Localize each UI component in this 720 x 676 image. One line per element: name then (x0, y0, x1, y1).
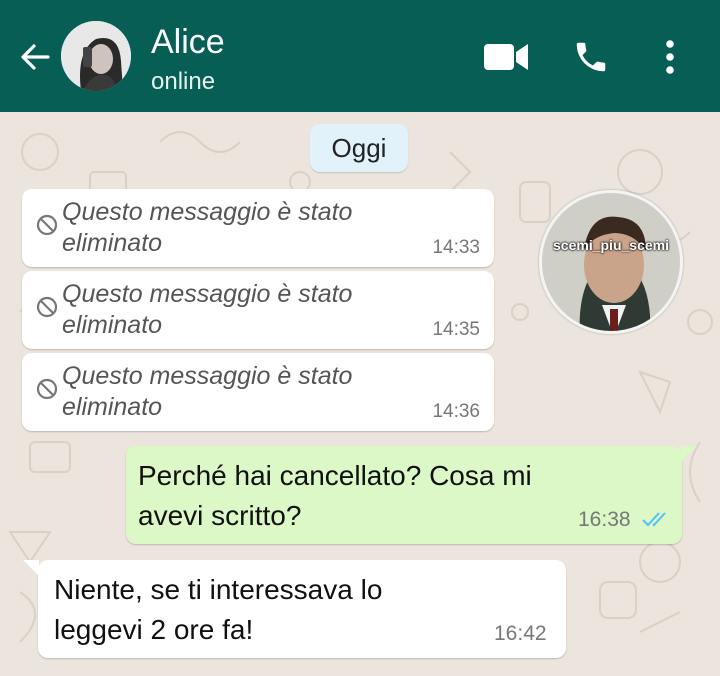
deleted-message[interactable]: Questo messaggio è stato eliminato 14:35 (22, 271, 494, 349)
message-time: 14:35 (432, 319, 480, 340)
deleted-icon (36, 214, 58, 236)
bubble-tail (681, 446, 697, 462)
message-text: Niente, se ti interessava lo leggevi 2 o… (54, 574, 383, 645)
message-time: 14:36 (432, 401, 480, 422)
avatar-photo (61, 21, 131, 91)
watermark-photo (542, 193, 680, 331)
voice-call-button[interactable] (566, 34, 616, 80)
video-camera-icon (484, 44, 528, 70)
more-options-button[interactable] (652, 34, 688, 80)
contact-avatar[interactable] (61, 21, 131, 91)
arrow-left-icon (21, 44, 50, 70)
deleted-message[interactable]: Questo messaggio è stato eliminato 14:36 (22, 353, 494, 431)
bubble-tail (23, 560, 39, 576)
watermark-text: scemi_piu_scemi (553, 237, 669, 253)
message-text: Questo messaggio è stato eliminato (62, 280, 353, 339)
read-receipt-icon (642, 512, 666, 527)
message-time: 16:38 (578, 508, 631, 531)
incoming-message[interactable]: Niente, se ti interessava lo leggevi 2 o… (38, 560, 566, 658)
more-vertical-icon (666, 40, 674, 74)
deleted-message[interactable]: Questo messaggio è stato eliminato 14:33 (22, 189, 494, 267)
outgoing-message[interactable]: Perché hai cancellato? Cosa mi avevi scr… (126, 446, 682, 544)
chat-header: Alice online (0, 0, 720, 112)
message-text: Perché hai cancellato? Cosa mi avevi scr… (138, 460, 532, 531)
message-time: 14:33 (432, 237, 480, 258)
back-button[interactable] (14, 34, 56, 80)
deleted-icon (36, 296, 58, 318)
contact-status: online (151, 68, 216, 95)
message-time: 16:42 (494, 622, 547, 645)
phone-icon (576, 42, 606, 72)
date-separator: Oggi (310, 124, 408, 172)
video-call-button[interactable] (480, 34, 532, 80)
deleted-icon (36, 378, 58, 400)
message-text: Questo messaggio è stato eliminato (62, 362, 353, 421)
watermark-logo: scemi_piu_scemi (539, 190, 683, 334)
message-text: Questo messaggio è stato eliminato (62, 198, 353, 257)
contact-name[interactable]: Alice (151, 22, 225, 62)
